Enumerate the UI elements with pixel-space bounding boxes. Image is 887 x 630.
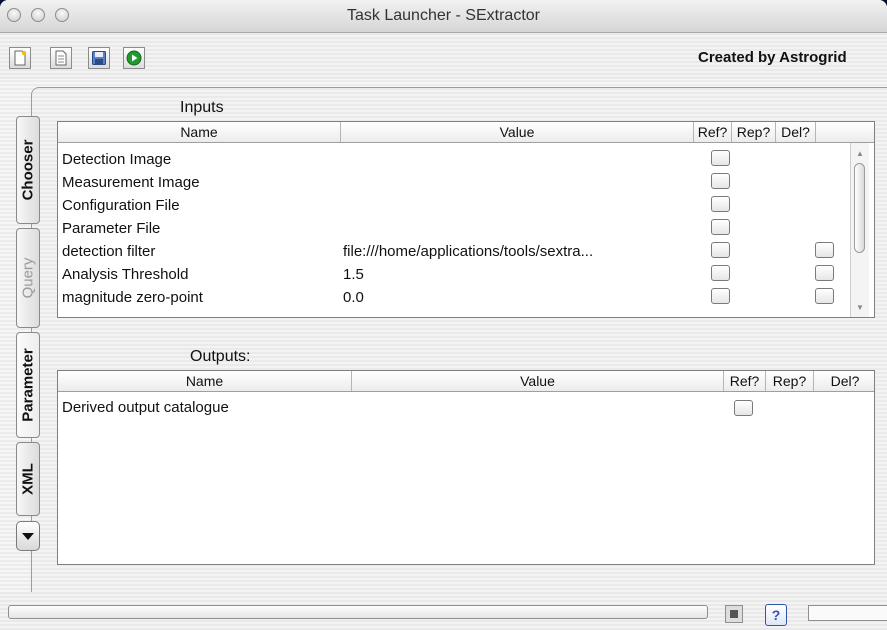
outputs-column-rep[interactable]: Rep?: [766, 371, 814, 391]
param-value[interactable]: 1.5: [343, 263, 364, 286]
table-row[interactable]: Analysis Threshold 1.5: [58, 263, 848, 286]
stop-icon: [730, 610, 738, 618]
ref-checkbox[interactable]: [711, 242, 730, 258]
inputs-table: Name Value Ref? Rep? Del? Detection Imag…: [57, 121, 875, 318]
table-row[interactable]: Parameter File: [58, 217, 848, 240]
param-name: Configuration File: [62, 197, 180, 214]
progress-bar: [8, 605, 708, 619]
inputs-column-value[interactable]: Value: [341, 122, 694, 142]
param-value[interactable]: file:///home/applications/tools/sextra..…: [343, 240, 593, 263]
inputs-label: Inputs: [180, 99, 224, 116]
param-name: Parameter File: [62, 220, 161, 237]
inputs-column-name[interactable]: Name: [58, 122, 341, 142]
status-bar: ?: [0, 592, 887, 630]
outputs-column-ref[interactable]: Ref?: [724, 371, 766, 391]
outputs-label: Outputs:: [190, 348, 251, 365]
save-button[interactable]: [88, 47, 110, 69]
outputs-column-del[interactable]: Del?: [814, 371, 874, 391]
tab-xml-label: XML: [19, 463, 37, 495]
document-icon: [55, 50, 67, 66]
inputs-scrollbar[interactable]: ▲ ▼: [850, 143, 869, 317]
tab-parameter[interactable]: Parameter: [16, 332, 40, 438]
param-name: Detection Image: [62, 151, 172, 168]
inputs-column-rep[interactable]: Rep?: [732, 122, 776, 142]
outputs-table: Name Value Ref? Rep? Del? Derived output…: [57, 370, 875, 565]
ref-checkbox[interactable]: [711, 173, 730, 189]
run-button[interactable]: [123, 47, 145, 69]
scroll-up-icon[interactable]: ▲: [856, 149, 864, 158]
ref-checkbox[interactable]: [711, 196, 730, 212]
open-button[interactable]: [50, 47, 72, 69]
param-name: Measurement Image: [62, 174, 200, 191]
table-row[interactable]: Derived output catalogue: [58, 396, 874, 419]
triangle-down-icon: [22, 533, 34, 540]
table-row[interactable]: Measurement Image: [58, 171, 848, 194]
table-row[interactable]: magnitude zero-point 0.0: [58, 286, 848, 309]
stop-button[interactable]: [725, 605, 743, 623]
inputs-table-header: Name Value Ref? Rep? Del?: [58, 122, 874, 143]
task-launcher-window: Task Launcher - SExtractor Created by As…: [0, 0, 887, 630]
outputs-column-value[interactable]: Value: [352, 371, 724, 391]
new-icon: [14, 50, 27, 66]
ref-checkbox[interactable]: [711, 219, 730, 235]
window-title: Task Launcher - SExtractor: [347, 7, 540, 24]
side-tab-strip: Chooser Query Parameter XML: [16, 116, 42, 581]
inputs-column-ref[interactable]: Ref?: [694, 122, 732, 142]
del-checkbox[interactable]: [815, 242, 834, 258]
outputs-column-name[interactable]: Name: [58, 371, 352, 391]
ref-checkbox[interactable]: [711, 288, 730, 304]
param-name: magnitude zero-point: [62, 289, 203, 306]
table-row[interactable]: Configuration File: [58, 194, 848, 217]
tab-chooser-label: Chooser: [19, 139, 37, 201]
ref-checkbox[interactable]: [711, 265, 730, 281]
scroll-thumb[interactable]: [854, 163, 865, 253]
tabs-overflow-button[interactable]: [16, 521, 40, 551]
tab-xml[interactable]: XML: [16, 442, 40, 516]
toolbar: Created by Astrogrid: [0, 33, 887, 79]
save-icon: [92, 51, 106, 65]
help-button[interactable]: ?: [765, 604, 787, 626]
inputs-column-del[interactable]: Del?: [776, 122, 816, 142]
output-name: Derived output catalogue: [62, 399, 229, 416]
title-bar: Task Launcher - SExtractor: [0, 0, 887, 33]
tab-query-label: Query: [19, 257, 37, 299]
status-field: [808, 605, 887, 621]
outputs-table-header: Name Value Ref? Rep? Del?: [58, 371, 874, 392]
run-icon: [126, 50, 142, 66]
table-row[interactable]: detection filter file:///home/applicatio…: [58, 240, 848, 263]
tab-chooser[interactable]: Chooser: [16, 116, 40, 224]
del-checkbox[interactable]: [815, 288, 834, 304]
scroll-down-icon[interactable]: ▼: [856, 303, 864, 312]
del-checkbox[interactable]: [815, 265, 834, 281]
param-value[interactable]: 0.0: [343, 286, 364, 309]
new-button[interactable]: [9, 47, 31, 69]
param-name: detection filter: [62, 243, 156, 260]
table-row[interactable]: Detection Image: [58, 148, 848, 171]
param-name: Analysis Threshold: [62, 266, 189, 283]
tab-parameter-label: Parameter: [19, 348, 37, 422]
created-by-label: Created by Astrogrid: [698, 49, 847, 66]
tab-query[interactable]: Query: [16, 228, 40, 328]
ref-checkbox[interactable]: [711, 150, 730, 166]
ref-checkbox[interactable]: [734, 400, 753, 416]
